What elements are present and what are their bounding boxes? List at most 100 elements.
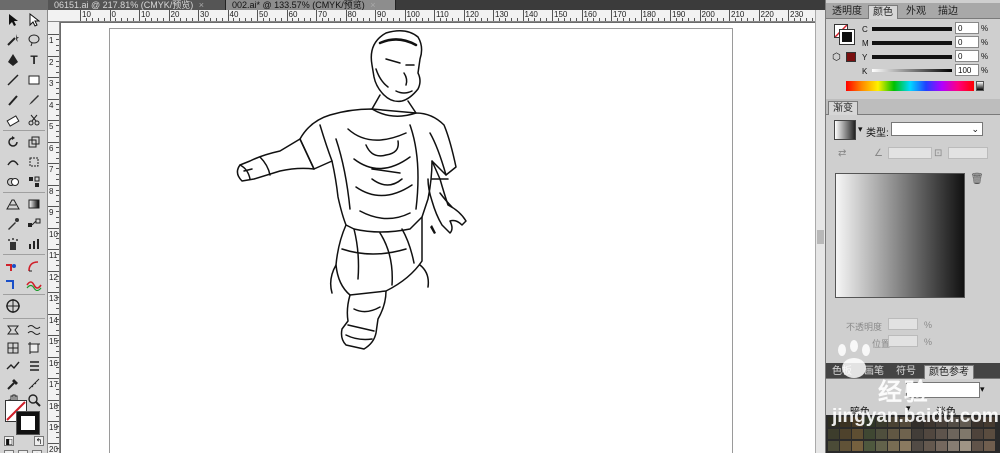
blend-tool-icon[interactable] bbox=[25, 216, 43, 232]
vertical-scrollbar[interactable] bbox=[815, 10, 825, 453]
color-swatch[interactable] bbox=[960, 441, 971, 451]
gradient-slider-preview[interactable] bbox=[835, 173, 965, 298]
color-swatch[interactable] bbox=[924, 441, 935, 451]
crosshair-icon[interactable] bbox=[4, 298, 22, 314]
chevron-down-icon[interactable]: ▾ bbox=[980, 384, 985, 395]
color-swatch[interactable] bbox=[900, 441, 911, 451]
direct-selection-tool-icon[interactable] bbox=[25, 12, 43, 28]
default-colors-icon[interactable]: ◧ bbox=[4, 436, 14, 446]
list-icon[interactable] bbox=[25, 358, 43, 374]
document-tab-002[interactable]: 002.ai* @ 133.57% (CMYK/预览) × bbox=[226, 0, 396, 10]
color-swatch[interactable] bbox=[876, 441, 887, 451]
slider-value-k[interactable]: 100 bbox=[955, 64, 979, 76]
color-swatch[interactable] bbox=[924, 429, 935, 439]
eyedropper-icon[interactable] bbox=[4, 376, 22, 392]
color-swatch[interactable] bbox=[948, 429, 959, 439]
color-swatch[interactable] bbox=[864, 441, 875, 451]
color-swatch[interactable] bbox=[840, 441, 851, 451]
slider-track-c[interactable] bbox=[872, 27, 952, 31]
warp-tool-icon[interactable] bbox=[4, 154, 22, 170]
trash-icon[interactable]: 🗑 bbox=[970, 172, 984, 185]
close-icon[interactable]: × bbox=[370, 0, 378, 10]
artboard-tool-icon[interactable] bbox=[25, 340, 43, 356]
curvature-tool-icon[interactable] bbox=[25, 258, 43, 274]
magic-wand-tool-icon[interactable] bbox=[4, 32, 22, 48]
color-swatch[interactable] bbox=[972, 441, 983, 451]
slider-value-c[interactable]: 0 bbox=[955, 22, 979, 34]
color-swatch[interactable] bbox=[900, 429, 911, 439]
slice-tool-icon[interactable] bbox=[4, 358, 22, 374]
pencil-tool-icon[interactable] bbox=[25, 92, 43, 108]
color-swatch[interactable] bbox=[852, 441, 863, 451]
slider-value-m[interactable]: 0 bbox=[955, 36, 979, 48]
color-swatch[interactable] bbox=[888, 441, 899, 451]
color-swatch[interactable] bbox=[936, 441, 947, 451]
symbol-sprayer-tool-icon[interactable] bbox=[4, 236, 22, 252]
color-swatch[interactable] bbox=[912, 429, 923, 439]
color-swatch[interactable] bbox=[984, 441, 995, 451]
free-transform-tool-icon[interactable] bbox=[25, 154, 43, 170]
opacity-field[interactable] bbox=[888, 318, 918, 330]
tab-gradient[interactable]: 渐变 bbox=[828, 101, 858, 115]
width-tool-icon[interactable] bbox=[4, 258, 22, 274]
slider-track-m[interactable] bbox=[872, 41, 952, 45]
perspective-grid-tool-icon[interactable] bbox=[4, 196, 22, 212]
zoom-tool-icon[interactable] bbox=[25, 392, 43, 408]
color-swatch[interactable] bbox=[972, 429, 983, 439]
envelope-distort-icon[interactable] bbox=[4, 322, 22, 338]
chevron-down-icon[interactable]: ▾ bbox=[858, 124, 863, 135]
live-paint-tool-icon[interactable] bbox=[25, 174, 43, 190]
close-icon[interactable]: × bbox=[199, 0, 207, 10]
rectangle-tool-icon[interactable] bbox=[25, 72, 43, 88]
color-spectrum-bar[interactable] bbox=[846, 81, 974, 91]
slider-track-y[interactable] bbox=[872, 55, 952, 59]
reverse-gradient-icon[interactable]: ⇄ bbox=[838, 148, 846, 159]
color-swatch[interactable] bbox=[828, 429, 839, 439]
angle-field[interactable] bbox=[888, 147, 932, 159]
anchor-point-tool-icon[interactable] bbox=[4, 276, 22, 292]
pen-tool-icon[interactable] bbox=[4, 52, 22, 68]
color-swatch[interactable] bbox=[828, 441, 839, 451]
color-swatch[interactable] bbox=[948, 441, 959, 451]
color-stroke-indicator[interactable] bbox=[839, 29, 855, 45]
wave-distort-icon[interactable] bbox=[25, 322, 43, 338]
selection-tool-icon[interactable] bbox=[4, 12, 22, 28]
measure-tool-icon[interactable] bbox=[25, 376, 43, 392]
gradient-type-dropdown[interactable]: ⌄ bbox=[891, 122, 983, 136]
artboard[interactable] bbox=[109, 28, 733, 453]
tab-appearance[interactable]: 外观 bbox=[902, 5, 930, 19]
gradient-tool-icon[interactable] bbox=[25, 196, 43, 212]
smooth-tool-icon[interactable] bbox=[25, 276, 43, 292]
document-canvas[interactable] bbox=[61, 23, 815, 453]
line-tool-icon[interactable] bbox=[4, 72, 22, 88]
type-tool-icon[interactable]: T bbox=[25, 52, 43, 68]
document-tab-06151[interactable]: 06151.ai @ 217.81% (CMYK/预览) × bbox=[48, 0, 226, 10]
slider-track-k[interactable] bbox=[872, 69, 952, 72]
tab-transparency[interactable]: 透明度 bbox=[828, 5, 866, 19]
eyedropper-tool-icon[interactable] bbox=[4, 216, 22, 232]
paintbrush-tool-icon[interactable] bbox=[4, 92, 22, 108]
scissors-tool-icon[interactable] bbox=[25, 112, 43, 128]
color-swatch[interactable] bbox=[960, 429, 971, 439]
slider-value-y[interactable]: 0 bbox=[955, 50, 979, 62]
scale-tool-icon[interactable] bbox=[25, 134, 43, 150]
color-swatch[interactable] bbox=[912, 441, 923, 451]
color-swatch[interactable] bbox=[876, 429, 887, 439]
football-player-line-art[interactable] bbox=[110, 29, 734, 453]
color-swatch[interactable] bbox=[936, 429, 947, 439]
cube-icon[interactable]: ⬡ bbox=[832, 52, 841, 63]
color-swatch[interactable] bbox=[852, 429, 863, 439]
column-graph-tool-icon[interactable] bbox=[25, 236, 43, 252]
gradient-thumbnail[interactable] bbox=[834, 120, 856, 140]
eraser-tool-icon[interactable] bbox=[4, 112, 22, 128]
aspect-ratio-field[interactable] bbox=[948, 147, 988, 159]
scrollbar-thumb[interactable] bbox=[817, 230, 824, 244]
out-of-gamut-swatch[interactable] bbox=[846, 52, 856, 62]
color-swatch[interactable] bbox=[864, 429, 875, 439]
color-swatch[interactable] bbox=[840, 429, 851, 439]
rotate-tool-icon[interactable] bbox=[4, 134, 22, 150]
black-white-ramp[interactable] bbox=[976, 81, 984, 91]
swap-colors-icon[interactable]: ↰ bbox=[34, 436, 44, 446]
tab-color-guide[interactable]: 颜色参考 bbox=[924, 365, 974, 379]
lasso-tool-icon[interactable] bbox=[25, 32, 43, 48]
